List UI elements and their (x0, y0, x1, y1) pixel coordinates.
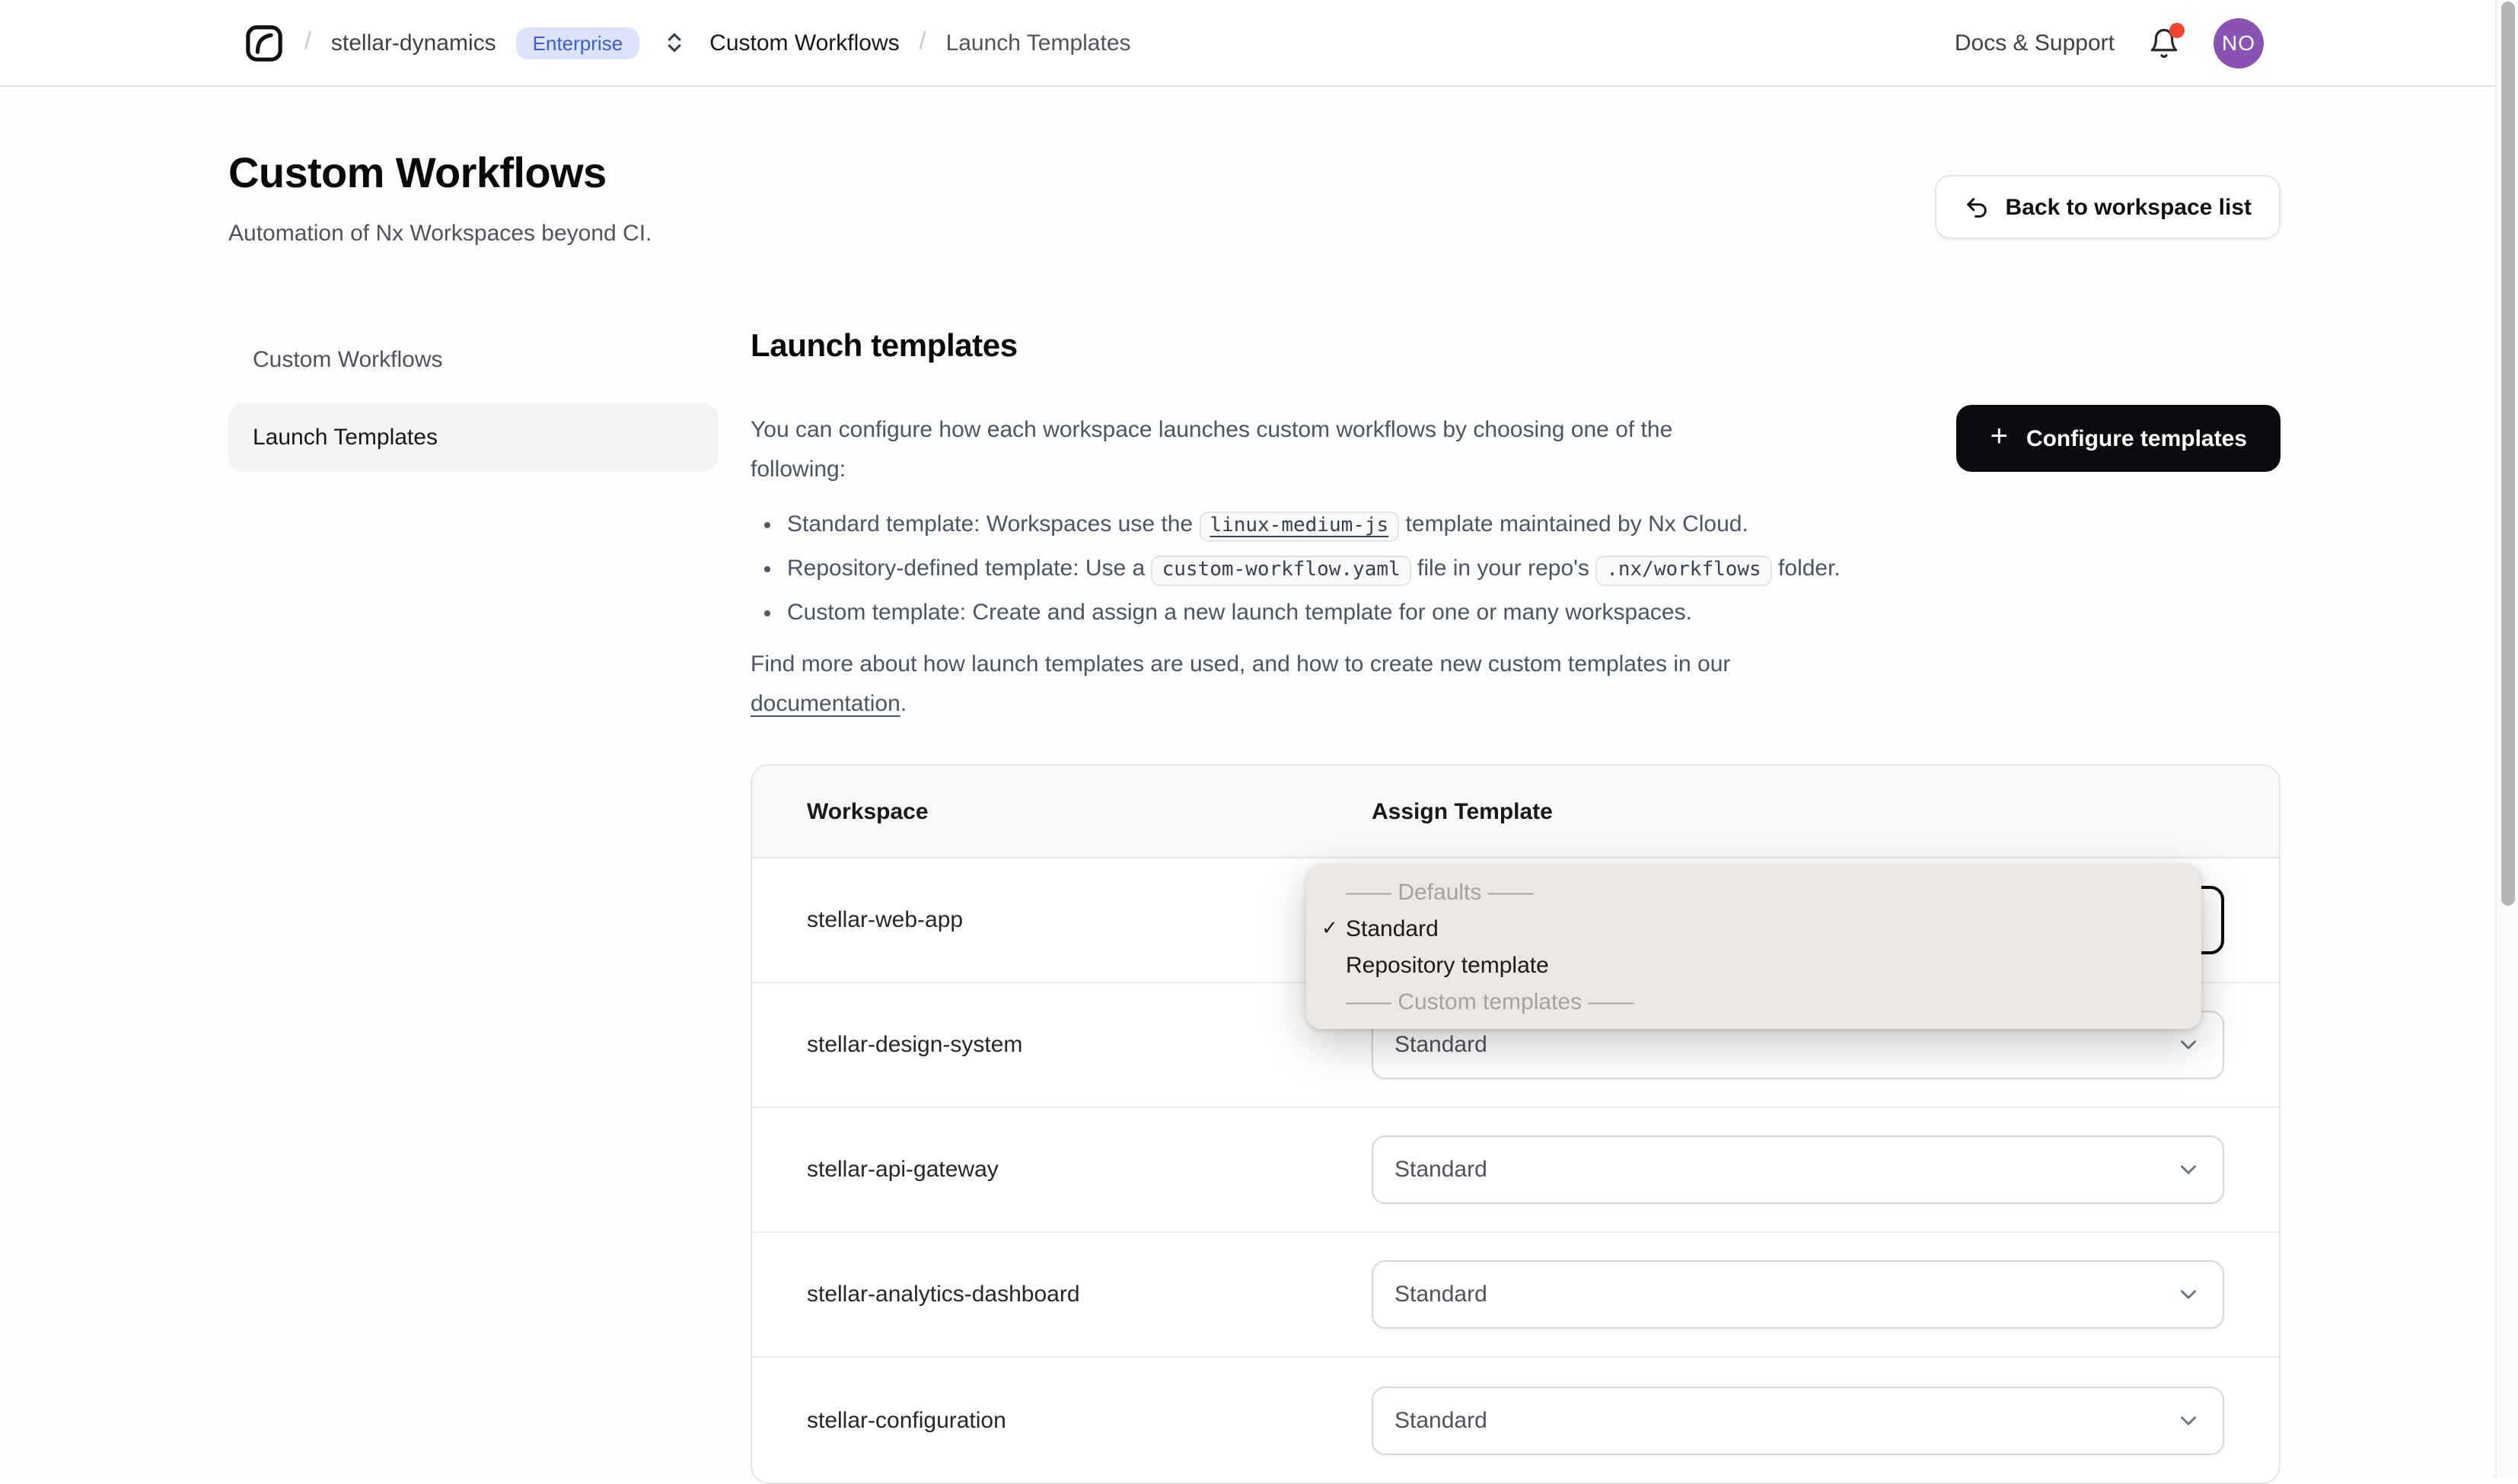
plus-icon: + (1990, 420, 2008, 454)
configure-templates-button[interactable]: + Configure templates (1956, 405, 2281, 472)
table-row-stellar-configuration: stellar-configuration Standard (752, 1358, 2279, 1482)
table-row-stellar-analytics-dashboard: stellar-analytics-dashboard Standard (752, 1233, 2279, 1358)
selected-template-label: Standard (1394, 1282, 1487, 1307)
section-heading: Launch templates (751, 329, 1018, 364)
scrollbar-thumb[interactable] (2501, 2, 2515, 906)
code-chip: custom-workflow.yaml (1151, 556, 1411, 586)
template-option-item: Custom template: Create and assign a new… (787, 594, 1853, 633)
chevron-down-icon (2181, 1290, 2196, 1299)
workspace-template-table: Workspace Assign Template stellar-web-ap… (751, 764, 2281, 1484)
template-options-list: Standard template: Workspaces use the li… (751, 505, 2281, 633)
configure-button-label: Configure templates (2026, 425, 2247, 451)
code-chip: linux-medium-js (1199, 511, 1400, 542)
nx-cloud-logo-icon[interactable] (244, 22, 285, 63)
workspace-switcher-icon[interactable] (662, 30, 687, 55)
plan-badge: Enterprise (515, 27, 640, 59)
app-root: / stellar-dynamics Enterprise Custom Wor… (0, 0, 2518, 1484)
dropdown-option-label: Repository template (1346, 952, 1549, 978)
chevron-down-icon (2181, 1165, 2196, 1174)
find-more-text: Find more about how launch templates are… (751, 645, 1755, 724)
breadcrumb-separator: / (919, 29, 926, 55)
column-header-workspace: Workspace (807, 798, 929, 824)
breadcrumb-section[interactable]: Custom Workflows (709, 30, 900, 56)
column-header-assign-template: Assign Template (1372, 798, 1553, 824)
template-dropdown-menu: —— Defaults —— ✓ Standard Repository templa… (1306, 865, 2201, 1029)
notification-dot (2169, 22, 2185, 37)
find-more-pre: Find more about how launch templates are… (751, 651, 1731, 677)
breadcrumb: / stellar-dynamics Enterprise Custom Wor… (244, 22, 1131, 63)
checkmark-icon: ✓ (1321, 916, 1338, 939)
undo-arrow-icon (1967, 197, 1987, 217)
sidebar-item-launch-templates[interactable]: Launch Templates (228, 403, 719, 472)
breadcrumb-separator: / (304, 29, 311, 55)
selected-template-label: Standard (1394, 1157, 1487, 1183)
template-select-stellar-analytics-dashboard[interactable]: Standard (1372, 1260, 2224, 1329)
table-header-row: Workspace Assign Template (752, 766, 2279, 858)
code-chip: .nx/workflows (1595, 556, 1772, 586)
selected-template-label: Standard (1394, 1032, 1487, 1058)
table-row-stellar-api-gateway: stellar-api-gateway Standard (752, 1108, 2279, 1233)
top-nav: / stellar-dynamics Enterprise Custom Wor… (0, 0, 2518, 87)
breadcrumb-workspace[interactable]: stellar-dynamics (331, 30, 496, 56)
settings-sidebar: Custom Workflows Launch Templates (228, 326, 719, 472)
back-button-label: Back to workspace list (2005, 194, 2252, 220)
breadcrumb-page[interactable]: Launch Templates (946, 30, 1131, 56)
workspace-name: stellar-web-app (807, 907, 964, 933)
dropdown-group-label: —— Custom templates —— (1306, 983, 2201, 1020)
header-actions: Docs & Support NO (1955, 18, 2264, 68)
docs-support-link[interactable]: Docs & Support (1955, 30, 2115, 56)
find-more-post: . (900, 691, 907, 717)
template-select-stellar-configuration[interactable]: Standard (1372, 1386, 2224, 1454)
dropdown-option-standard[interactable]: ✓ Standard (1306, 910, 2201, 947)
workspace-name: stellar-configuration (807, 1407, 1006, 1433)
selected-template-label: Standard (1394, 1407, 1487, 1433)
page-header: Custom Workflows Automation of Nx Worksp… (228, 149, 2281, 247)
template-select-stellar-api-gateway[interactable]: Standard (1372, 1135, 2224, 1204)
intro-text: You can configure how each workspace lau… (751, 417, 1673, 482)
notification-bell-icon[interactable] (2148, 22, 2185, 59)
launch-templates-section: Launch templates + Configure templates Y… (751, 326, 2281, 1484)
template-option-item: Standard template: Workspaces use the li… (787, 505, 1853, 546)
dropdown-group-label: —— Defaults —— (1306, 874, 2201, 910)
dropdown-option-label: Standard (1346, 916, 1439, 941)
workspace-name: stellar-analytics-dashboard (807, 1282, 1080, 1307)
dropdown-option-repository-template[interactable]: Repository template (1306, 947, 2201, 983)
chevron-down-icon (2181, 1416, 2196, 1425)
sidebar-item-custom-workflows[interactable]: Custom Workflows (228, 326, 719, 394)
scrollbar-track (2495, 0, 2518, 1478)
user-avatar[interactable]: NO (2214, 18, 2264, 68)
dropdown-option-label: —— Defaults —— (1346, 879, 1534, 905)
workspace-name: stellar-design-system (807, 1032, 1023, 1058)
back-to-workspace-list-button[interactable]: Back to workspace list (1935, 175, 2281, 239)
chevron-down-icon (2181, 1040, 2196, 1049)
documentation-link[interactable]: documentation (751, 691, 900, 717)
workspace-name: stellar-api-gateway (807, 1157, 999, 1183)
dropdown-option-label: —— Custom templates —— (1346, 989, 1634, 1014)
template-option-item: Repository-defined template: Use a custo… (787, 549, 1853, 591)
